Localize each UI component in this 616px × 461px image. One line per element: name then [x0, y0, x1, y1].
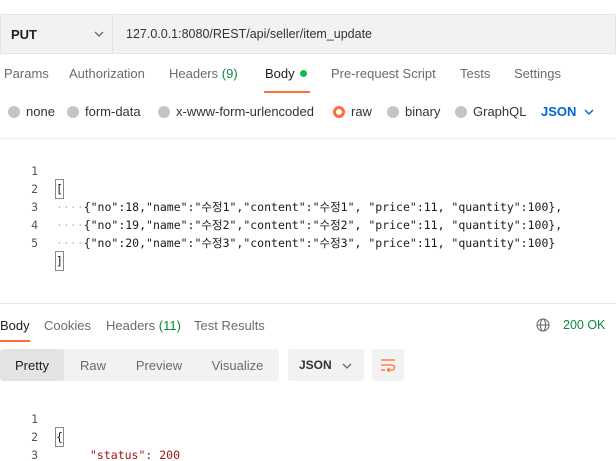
chevron-down-icon — [584, 109, 594, 115]
tab-response-headers[interactable]: Headers (11) — [106, 318, 181, 333]
radio-label: raw — [351, 104, 372, 119]
response-format-select[interactable]: JSON — [288, 349, 364, 381]
tab-settings[interactable]: Settings — [514, 66, 561, 81]
tab-label: Params — [4, 66, 49, 81]
code-line: 4 ····{"no":20,"name":"수정3","content":"수… — [0, 198, 616, 250]
headers-count: (11) — [158, 318, 181, 333]
radio-icon — [8, 105, 20, 118]
tab-label: Body — [265, 66, 295, 81]
tab-response-body[interactable]: Body — [0, 318, 30, 333]
tab-test-results[interactable]: Test Results — [194, 318, 265, 333]
pane-divider[interactable] — [0, 303, 616, 304]
radio-form-data[interactable]: form-data — [67, 104, 141, 119]
tab-body[interactable]: Body — [265, 66, 307, 81]
code-line: 3 ····{"no":19,"name":"수정2","content":"수… — [0, 180, 616, 232]
radio-none[interactable]: none — [8, 104, 55, 119]
radio-binary[interactable]: binary — [387, 104, 440, 119]
url-input[interactable]: 127.0.0.1:8080/REST/api/seller/item_upda… — [112, 14, 616, 54]
radio-icon — [387, 105, 399, 118]
code-line: 1 { — [0, 392, 616, 447]
response-format-label: JSON — [299, 358, 332, 372]
tab-label: Authorization — [69, 66, 145, 81]
response-view-toolbar: Pretty Raw Preview Visualize — [0, 349, 279, 381]
response-status: 200 OK — [536, 318, 605, 332]
status-code: 200 OK — [563, 318, 606, 332]
radio-icon — [158, 105, 170, 118]
tab-label: Headers — [169, 66, 219, 81]
code-line: 5 ] — [0, 216, 616, 271]
radio-label: binary — [405, 104, 441, 119]
method-label: PUT — [11, 26, 37, 42]
code-line: 2 ····{"no":18,"name":"수정1","content":"수… — [0, 162, 616, 214]
tab-cookies[interactable]: Cookies — [44, 318, 91, 333]
radio-graphql[interactable]: GraphQL — [455, 104, 526, 119]
tab-label: Cookies — [44, 318, 91, 333]
radio-label: none — [26, 104, 55, 119]
code-text: {"no":20,"name":"수정3","content":"수정3", "… — [83, 236, 556, 250]
radio-icon — [455, 105, 467, 118]
tab-tests[interactable]: Tests — [460, 66, 490, 81]
code-line: 3 } — [0, 428, 616, 461]
radio-selected-icon — [333, 105, 345, 118]
tab-params[interactable]: Params — [4, 66, 49, 81]
url-text: 127.0.0.1:8080/REST/api/seller/item_upda… — [126, 27, 372, 41]
line-number: 3 — [31, 448, 38, 461]
view-visualize-button[interactable]: Visualize — [196, 349, 279, 381]
active-tab-indicator — [264, 91, 310, 93]
line-number: 5 — [31, 236, 38, 250]
tab-label: Tests — [460, 66, 491, 81]
code-line: 2 "status": 200 — [0, 410, 616, 461]
radio-x-www-form-urlencoded[interactable]: x-www-form-urlencoded — [158, 104, 314, 119]
method-select[interactable]: PUT — [0, 14, 112, 54]
code-text: "status": 200 — [90, 448, 181, 461]
globe-icon[interactable] — [536, 318, 550, 332]
active-tab-indicator — [0, 340, 30, 342]
code-line: 1 [ — [0, 144, 616, 199]
tab-headers[interactable]: Headers (9) — [169, 66, 238, 81]
tab-label: Headers — [106, 318, 156, 333]
tab-label: Test Results — [194, 318, 265, 333]
tab-label: Body — [0, 318, 30, 333]
view-preview-button[interactable]: Preview — [122, 349, 196, 381]
wrap-lines-button[interactable] — [372, 349, 404, 381]
tab-authorization[interactable]: Authorization — [69, 66, 145, 81]
radio-raw[interactable]: raw — [333, 104, 372, 119]
tab-label: Settings — [514, 66, 561, 81]
tab-label: Pre-request Script — [331, 66, 436, 81]
modified-dot-icon — [299, 70, 307, 77]
body-format-select[interactable]: JSON — [541, 104, 594, 119]
radio-label: x-www-form-urlencoded — [176, 104, 314, 119]
chevron-down-icon — [94, 31, 104, 37]
tab-pre-request-script[interactable]: Pre-request Script — [331, 66, 436, 81]
radio-label: form-data — [85, 104, 141, 119]
view-raw-button[interactable]: Raw — [64, 349, 122, 381]
radio-label: GraphQL — [473, 104, 527, 119]
body-format-label: JSON — [541, 104, 577, 119]
view-pretty-button[interactable]: Pretty — [0, 349, 64, 381]
radio-icon — [67, 105, 79, 118]
chevron-down-icon — [342, 363, 352, 369]
request-body-editor[interactable]: 1 [ 2 ····{"no":18,"name":"수정1","content… — [0, 138, 616, 302]
headers-count: (9) — [221, 66, 238, 81]
wrap-text-icon — [381, 359, 396, 372]
request-url-bar: PUT 127.0.0.1:8080/REST/api/seller/item_… — [0, 14, 616, 54]
code-text: ] — [55, 251, 64, 271]
